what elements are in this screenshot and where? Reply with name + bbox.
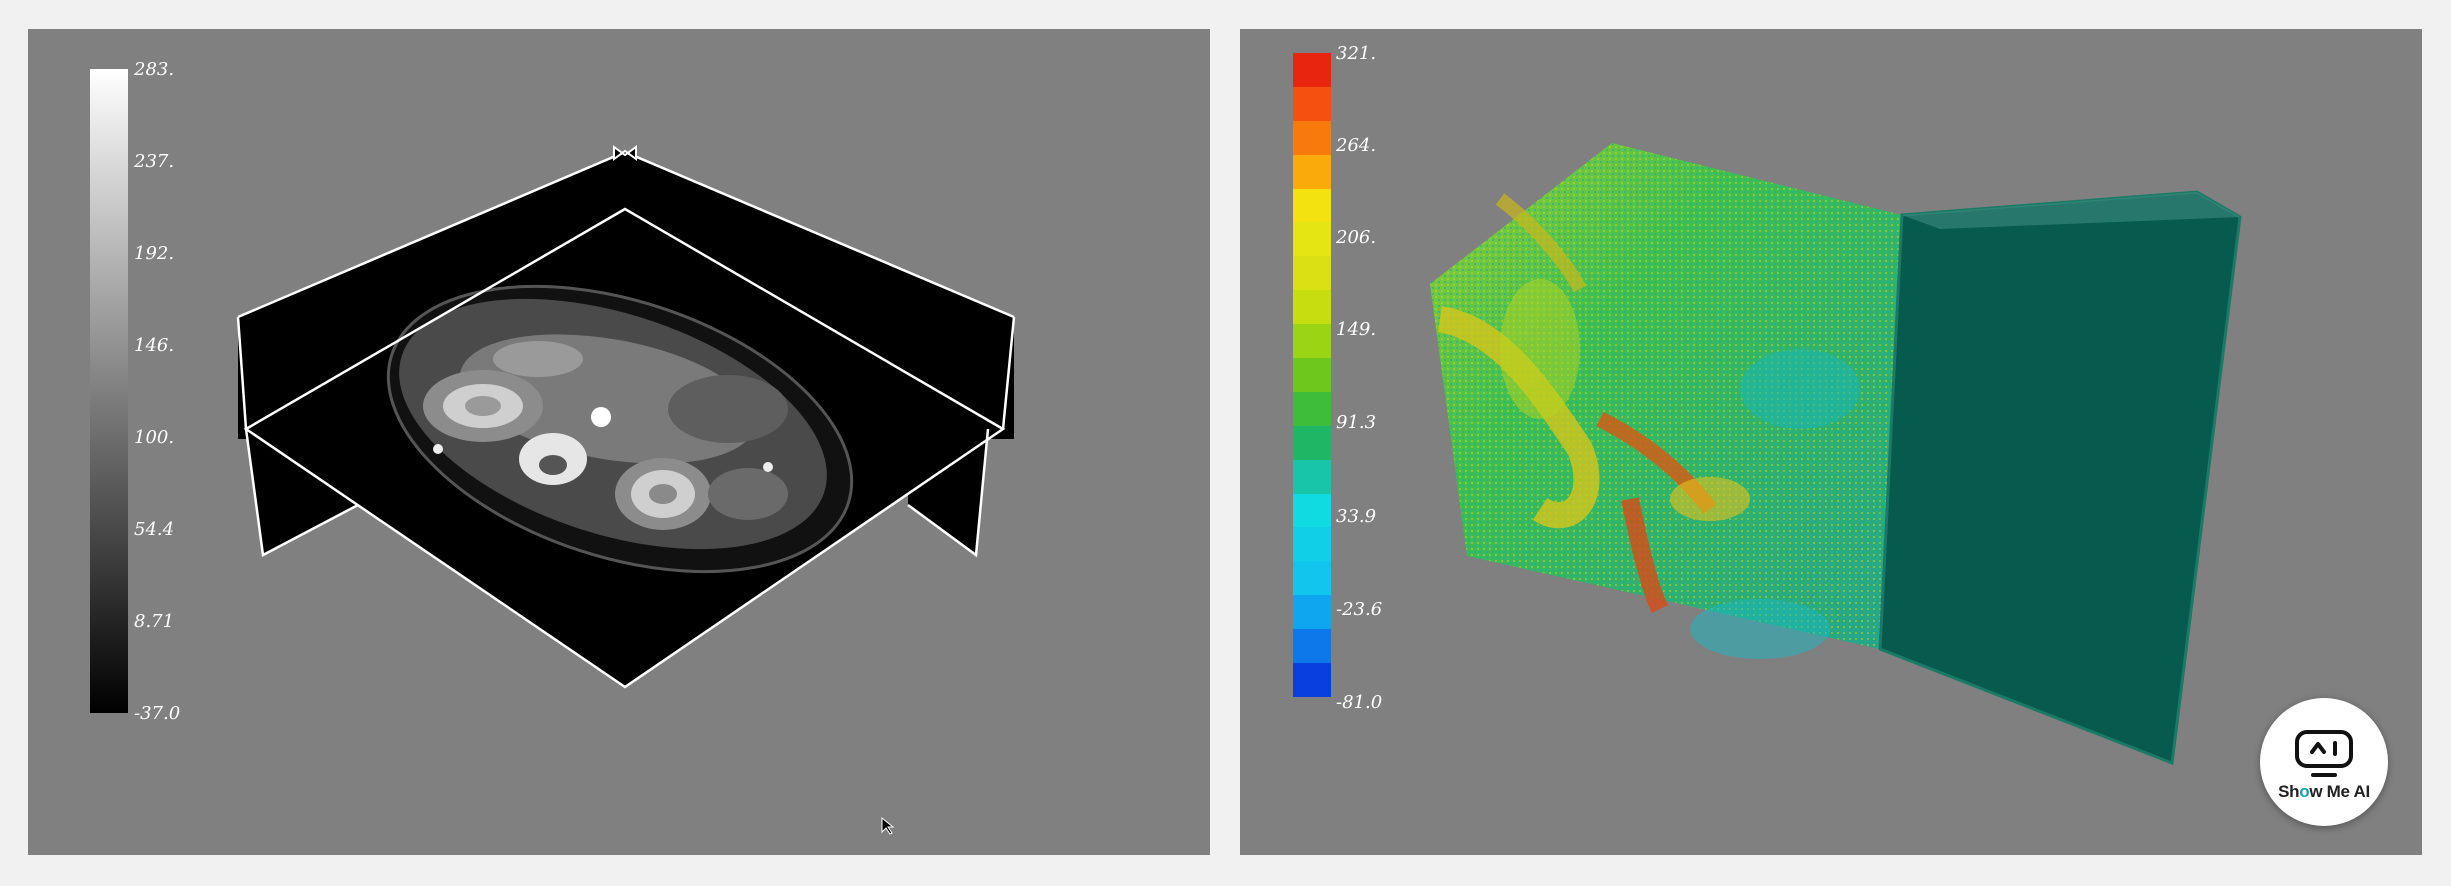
- colorbar-tick-label: 54.4: [134, 519, 175, 540]
- colorbar-tick-label: 283.: [134, 59, 175, 80]
- volume-side-face: [1880, 192, 2240, 763]
- colorbar-tick-label: -37.0: [134, 703, 181, 724]
- badge-label: Show Me AI: [2278, 782, 2370, 802]
- robot-face-icon: [2295, 730, 2353, 777]
- colorbar-tick-label: 146.: [134, 335, 175, 356]
- colorbar-tick-label: 100.: [134, 427, 175, 448]
- mouse-cursor-icon: [881, 816, 895, 835]
- colorbar-tick-label: 264.: [1336, 135, 1377, 156]
- colorbar-tick-label: 237.: [134, 151, 175, 172]
- colorbar-tick-label: 149.: [1336, 319, 1377, 340]
- badge-label-suffix: w Me AI: [2309, 782, 2370, 801]
- colorbar-tick-label: 192.: [134, 243, 175, 264]
- show-me-ai-badge[interactable]: Show Me AI: [2260, 698, 2388, 826]
- grayscale-colorbar: [90, 69, 128, 713]
- badge-label-accent-o: o: [2299, 782, 2310, 801]
- volume-render-scene[interactable]: [1240, 29, 2422, 855]
- colorbar-tick-label: 321.: [1336, 43, 1377, 64]
- grayscale-3d-viewer[interactable]: 283. 237. 192. 146. 100. 54.4 8.71 -37.0: [28, 29, 1210, 855]
- ct-orthogonal-slices-scene[interactable]: [28, 29, 1210, 855]
- badge-label-prefix: Sh: [2278, 782, 2300, 801]
- colorbar-tick-label: -23.6: [1336, 599, 1383, 620]
- colorbar-tick-label: 206.: [1336, 227, 1377, 248]
- colorbar-tick-label: -81.0: [1336, 692, 1383, 713]
- jet-colorbar: [1293, 53, 1331, 697]
- colorbar-tick-label: 33.9: [1336, 506, 1377, 527]
- colorbar-tick-label: 91.3: [1336, 412, 1377, 433]
- jet-3d-volume-viewer[interactable]: 321. 264. 206. 149. 91.3 33.9 -23.6 -81.…: [1240, 29, 2422, 855]
- colorbar-tick-label: 8.71: [134, 611, 175, 632]
